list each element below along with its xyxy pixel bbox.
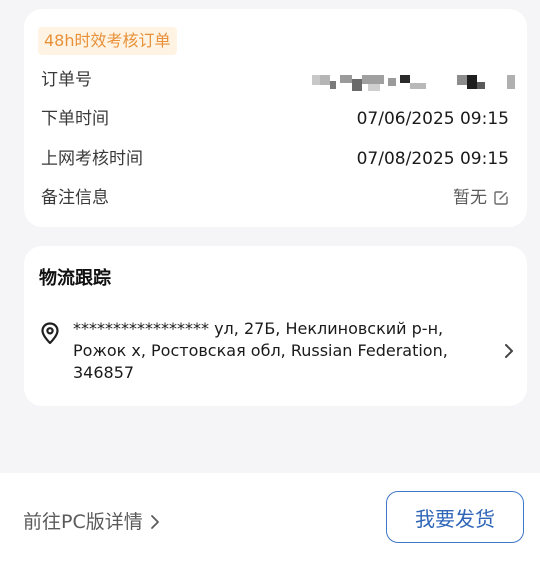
edit-icon[interactable] [493,190,509,206]
chevron-right-icon [150,515,159,529]
shipping-address-row[interactable]: ***************** ул, 27Б, Неклиновский … [38,318,518,388]
location-pin-icon [41,322,59,345]
order-time-value: 07/06/2025 09:15 [356,109,509,129]
remark-label: 备注信息 [41,188,109,208]
logistics-title: 物流跟踪 [39,268,111,289]
order-number-label: 订单号 [41,70,92,90]
logistics-card: 物流跟踪 ***************** ул, 27Б, Неклинов… [24,246,527,406]
online-check-time-value: 07/08/2025 09:15 [356,149,509,169]
timeliness-tag: 48h时效考核订单 [38,27,177,55]
pc-details-link-label: 前往PC版详情 [23,511,143,533]
pc-details-link[interactable]: 前往PC版详情 [23,510,161,534]
order-info-card: 48h时效考核订单 订单号 下单时间 07/06/2025 09:15 上网考核… [24,9,527,227]
remark-value: 暂无 [453,188,487,208]
remark-edit-control[interactable]: 暂无 [453,187,509,209]
chevron-right-icon[interactable] [500,342,518,360]
order-number-masked-value [312,72,516,92]
ship-button[interactable]: 我要发货 [386,491,524,543]
shipping-address-text: ***************** ул, 27Б, Неклиновский … [73,319,448,382]
order-time-label: 下单时间 [41,109,109,129]
online-check-time-label: 上网考核时间 [41,149,143,169]
bottom-action-bar: 前往PC版详情 我要发货 [0,473,540,565]
